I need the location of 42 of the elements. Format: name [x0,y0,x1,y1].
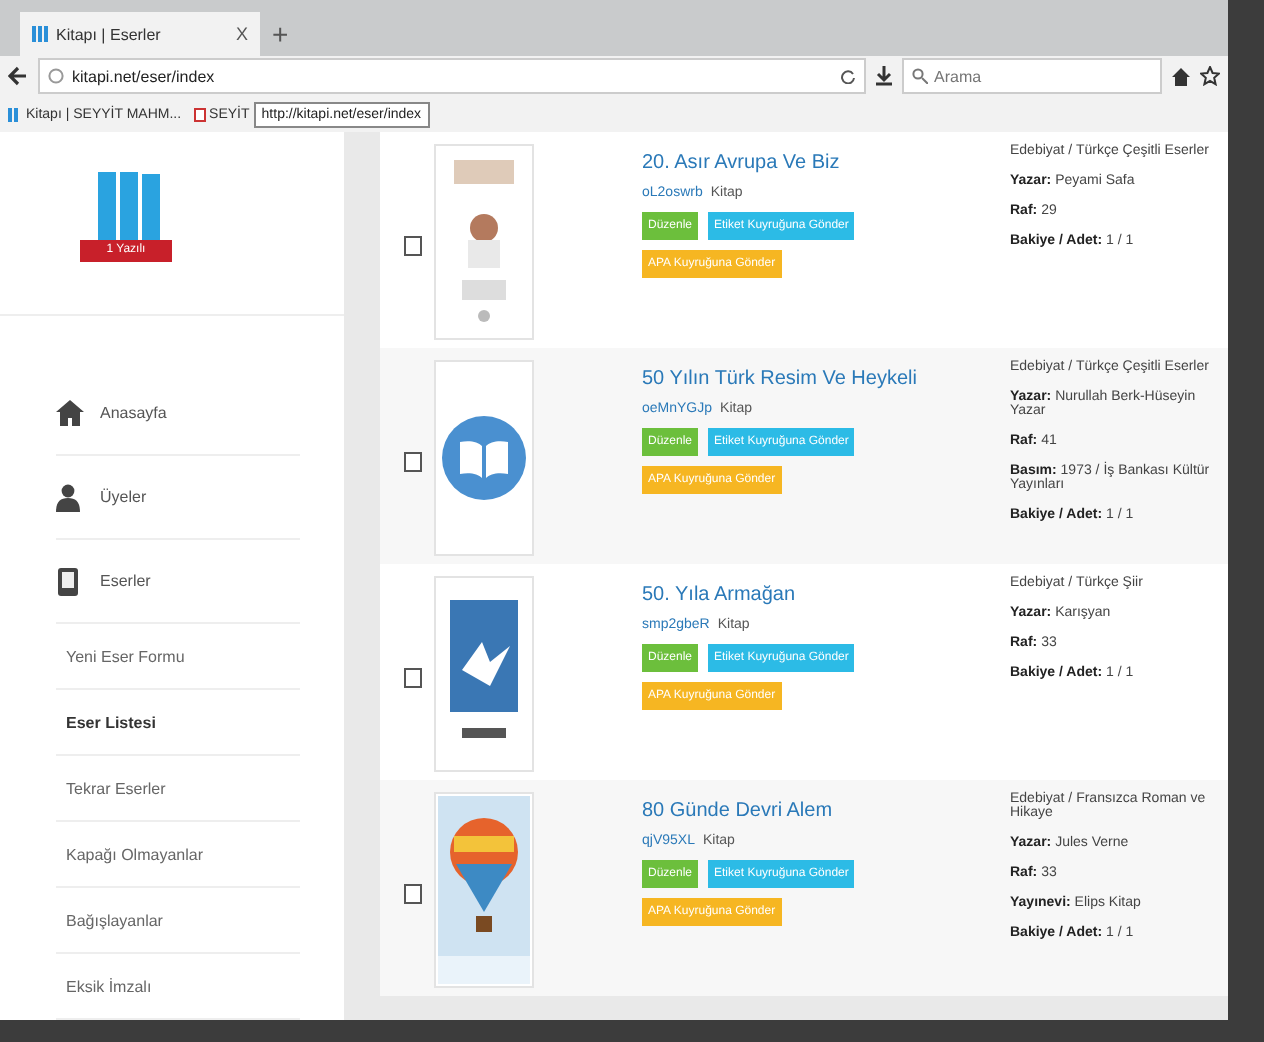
search-field[interactable]: Arama [902,58,1162,94]
submenu-item[interactable]: Eser Listesi [56,690,300,756]
work-title-link[interactable]: 50 Yılın Türk Resim Ve Heykeli [642,368,998,390]
menu-item[interactable]: Anasayfa [56,372,300,456]
search-input[interactable]: Arama [934,67,1134,85]
submenu-item[interactable]: Bağışlayanlar [56,888,300,954]
download-icon [876,66,892,86]
checkbox[interactable] [404,668,422,688]
work-title-link[interactable]: 80 Günde Devri Alem [642,800,998,822]
checkbox[interactable] [404,452,422,472]
search-icon [912,68,928,84]
address-bar[interactable]: kitapi.net/eser/index [38,58,866,94]
close-button[interactable]: X [235,24,248,44]
open-book-icon [442,416,526,500]
url-text: kitapi.net/eser/index [72,67,217,85]
reload-icon [840,68,856,84]
menu-item[interactable]: Üyeler [56,456,300,540]
checkbox[interactable] [404,884,422,904]
star-icon [1200,66,1220,86]
submenu-item[interactable]: Kapağı Olmayanlar [56,822,300,888]
book-icon [56,567,84,595]
info-icon [48,68,64,84]
back-icon [8,66,28,86]
menu-label: Üyeler [100,488,147,506]
book-icon [32,26,48,42]
menu-label: Eserler [100,572,151,590]
submenu-item[interactable]: Eksik İmzalı [56,954,300,1020]
new-tab-button[interactable]: + [272,18,289,56]
work-title-link[interactable]: 50. Yıla Armağan [642,584,998,606]
page-icon [193,107,206,121]
home-icon [1172,67,1190,85]
menu-item[interactable]: Eserler [56,540,300,624]
submenu-item[interactable]: Yeni Eser Formu [56,624,300,690]
menu-label: Anasayfa [100,404,167,422]
user-icon [56,483,84,511]
submenu-item[interactable]: Tekrar Eserler [56,756,300,822]
checkbox[interactable] [404,236,422,256]
work-title-link[interactable]: 20. Asır Avrupa Ve Biz [642,152,998,174]
tab-title: Kitapı | Eserler [56,25,163,43]
browser-tab[interactable]: Kitapı | Eserler X [20,12,260,56]
home-icon [56,399,84,427]
book-icon [8,107,22,121]
